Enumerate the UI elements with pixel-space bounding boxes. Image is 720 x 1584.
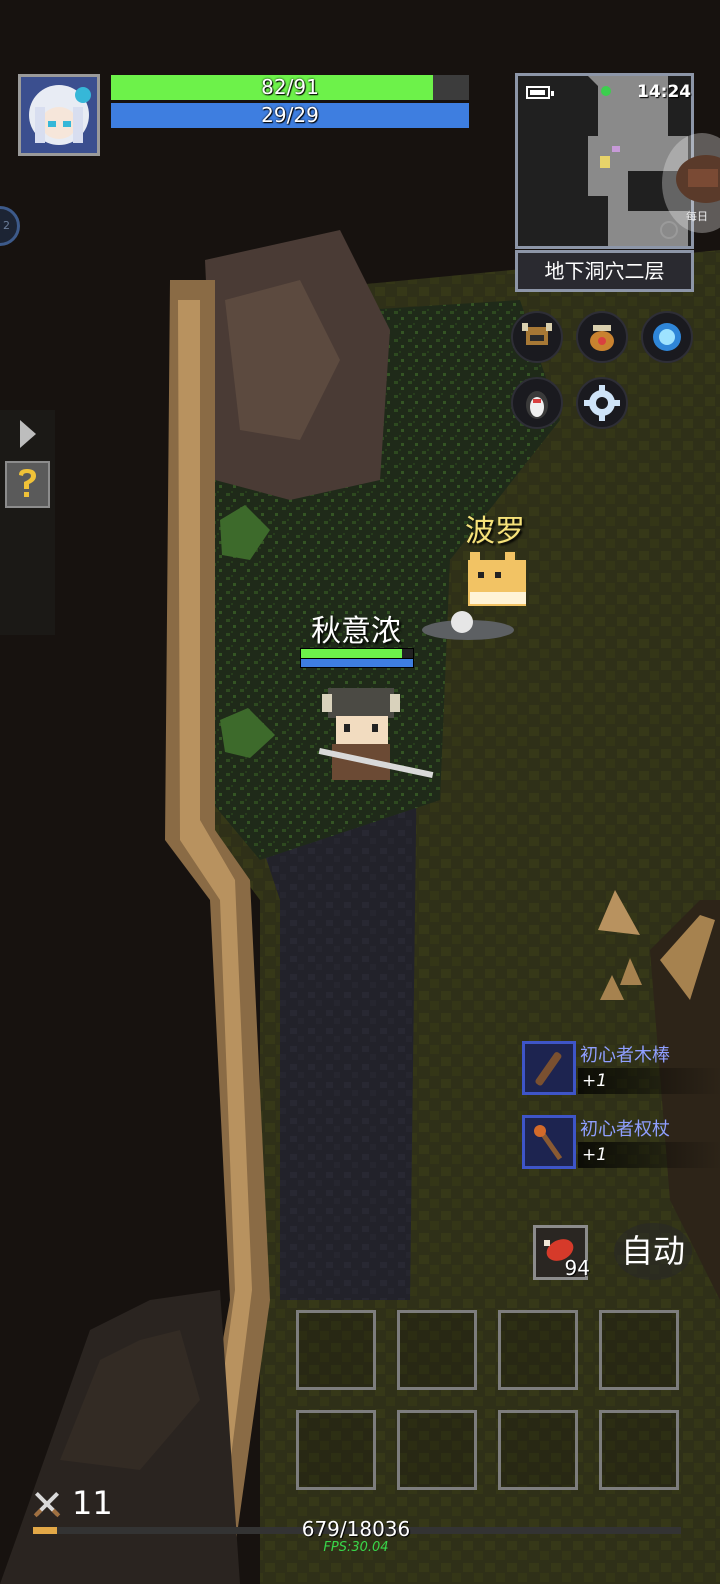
player-overhead-mp-bar	[300, 658, 414, 668]
character-avatar-icon	[21, 77, 97, 153]
pet-button[interactable]	[511, 377, 563, 429]
penguin-icon	[526, 391, 548, 419]
loot-item-slot	[522, 1115, 576, 1169]
clock-time: 14:24	[637, 82, 692, 102]
skill-slot[interactable]	[296, 1310, 376, 1390]
helmet-icon	[522, 323, 552, 345]
expand-arrow-icon[interactable]	[20, 420, 36, 448]
skill-slot[interactable]	[498, 1410, 578, 1490]
exp-bar-fill	[33, 1527, 58, 1534]
skill-slot[interactable]	[296, 1410, 376, 1490]
mp-bar: 29/29	[111, 103, 469, 128]
left-edge-label: 2	[3, 219, 10, 232]
skill-slot[interactable]	[397, 1310, 477, 1390]
skill-slot[interactable]	[599, 1410, 679, 1490]
exp-text: 679/18036	[301, 1517, 411, 1541]
inventory-button[interactable]	[576, 311, 628, 363]
mp-text: 29/29	[261, 103, 319, 127]
pet-fox-sprite	[468, 552, 526, 606]
player-portrait[interactable]	[18, 74, 100, 156]
settings-button[interactable]	[576, 377, 628, 429]
bag-icon	[590, 325, 614, 351]
quest-button[interactable]	[5, 461, 50, 508]
player-name-label: 秋意浓	[311, 614, 401, 649]
loot-item-count: +1	[578, 1068, 720, 1094]
skill-crystal-button[interactable]	[641, 311, 693, 363]
battery-icon	[526, 86, 554, 99]
zoom-in-icon[interactable]	[660, 221, 678, 239]
floating-ball-label: 每日	[686, 210, 708, 223]
player-overhead-hp-fill	[301, 649, 402, 658]
skill-slot[interactable]	[599, 1310, 679, 1390]
player-level: 11	[72, 1484, 113, 1522]
wooden-club-icon	[535, 1052, 562, 1086]
skill-slot[interactable]	[397, 1410, 477, 1490]
crystal-icon	[653, 323, 681, 351]
hp-text: 82/91	[261, 75, 319, 99]
auto-battle-button[interactable]: 自动	[614, 1223, 692, 1280]
loot-item-name: 初心者权杖	[580, 1119, 670, 1140]
crossed-swords-icon	[33, 1491, 61, 1518]
loot-notification: 初心者木棒 +1	[522, 1041, 720, 1096]
equipment-button[interactable]	[511, 311, 563, 363]
hp-bar: 82/91	[111, 75, 469, 100]
question-mark-icon	[19, 469, 36, 497]
pet-name-label: 波罗	[465, 514, 525, 549]
fps-counter: FPS:30.04	[323, 1540, 389, 1555]
gear-icon	[584, 385, 620, 421]
loot-item-slot	[522, 1041, 576, 1095]
quick-item-count: 94	[564, 1256, 590, 1280]
loot-item-count: +1	[578, 1142, 720, 1168]
skill-slot[interactable]	[498, 1310, 578, 1390]
area-name-label: 地下洞穴二层	[515, 250, 694, 292]
loot-notification: 初心者权杖 +1	[522, 1115, 720, 1170]
player-overhead-mp-fill	[301, 659, 413, 667]
scepter-icon	[534, 1125, 563, 1161]
loot-item-name: 初心者木棒	[580, 1045, 670, 1066]
